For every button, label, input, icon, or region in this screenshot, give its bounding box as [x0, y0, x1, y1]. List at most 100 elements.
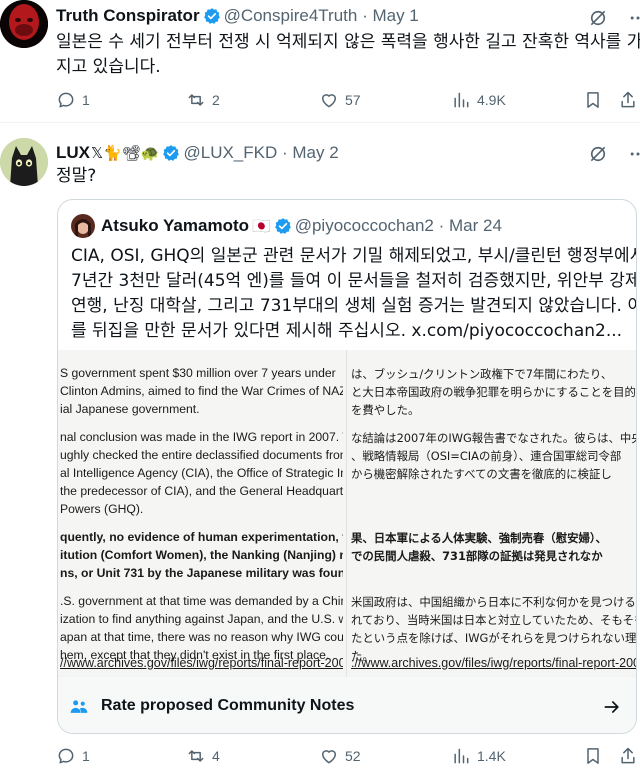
tweet-text: 일본은 수 세기 전부터 전쟁 시 억제되지 않은 폭력을 행사한 길고 잔혹한…: [56, 30, 640, 80]
separator-dot: ·: [277, 143, 293, 162]
quoted-text-line: 를 뒤집을 만한 문서가 있다면 제시해 주십시오. x.com/piyococ…: [71, 321, 623, 341]
document-text-line: al Intelligence Agency (CIA), the Office…: [60, 466, 343, 480]
document-text-line: たという点を除けば、IWGがそれらを見つけられない理由は: [351, 631, 637, 645]
document-japanese-column: た。 たという点を除けば、IWGがそれらを見つけられない理由は れており、当時米国は…: [346, 350, 637, 676]
document-text-line: quently, no evidence of human experiment…: [60, 530, 343, 544]
handle[interactable]: @LUX_FKD: [183, 143, 277, 163]
document-text-line: apan at that time, there was no reason w…: [60, 630, 343, 644]
like-count: 52: [345, 748, 361, 764]
reply-icon: [58, 748, 74, 764]
repost-button[interactable]: 4: [186, 746, 220, 766]
avatar[interactable]: [0, 0, 48, 48]
view-count: 4.9K: [477, 92, 506, 108]
document-text-line: Clinton Admins, aimed to find the War Cr…: [60, 384, 343, 398]
views-button[interactable]: 4.9K: [451, 90, 506, 110]
document-text-line: .S. government at that time was demanded…: [60, 594, 343, 608]
document-text-line: れており、当時米国は日本と対立していたため、そもそも存在: [351, 613, 637, 627]
repost-button[interactable]: 2: [186, 90, 220, 110]
quoted-avatar[interactable]: [71, 214, 95, 238]
quoted-text: CIA, OSI, GHQ의 일본군 관련 문서가 기밀 해제되었고, 부시/클…: [71, 244, 637, 344]
document-url: //www.archives.gov/files/iwg/reports/fin…: [60, 656, 343, 670]
views-button[interactable]: 1.4K: [451, 746, 506, 766]
document-text-line: と大日本帝国政府の戦争犯罪を明らかにすることを目的とし: [351, 385, 637, 399]
reply-button[interactable]: 1: [56, 746, 90, 766]
document-text-line: から機密解除されたすべての文書を徹底的に検証し: [351, 467, 612, 481]
document-text-line: the predecessor of CIA), and the General…: [60, 484, 343, 498]
tweet-text: 정말?: [56, 166, 97, 186]
bookmark-button[interactable]: [583, 746, 603, 766]
quoted-text-line: 연행, 난징 대학살, 그리고 731부대의 생체 실험 증거는 발견되지 않았…: [71, 296, 637, 316]
handle[interactable]: @Conspire4Truth: [224, 6, 358, 26]
quoted-text-line: CIA, OSI, GHQ의 일본군 관련 문서가 기밀 해제되었고, 부시/클…: [71, 246, 637, 266]
share-button[interactable]: [618, 746, 638, 766]
document-text-line: ughly checked the entire declassified do…: [60, 448, 343, 462]
heart-icon: [322, 750, 336, 764]
tweet-text-line: 일본은 수 세기 전부터 전쟁 시 억제되지 않은 폭력을 행사한 길고 잔혹한…: [56, 32, 640, 52]
more-options-icon[interactable]: [628, 8, 640, 28]
avatar[interactable]: [0, 138, 48, 186]
tweet-date[interactable]: May 2: [292, 143, 338, 163]
share-icon: [621, 91, 635, 108]
reply-button[interactable]: 1: [56, 90, 90, 110]
quoted-tweet[interactable]: Atsuko Yamamoto 🇯🇵 @piyococcochan2 · Mar…: [57, 199, 637, 734]
community-notes-icon: [70, 700, 88, 713]
document-text-line: 米国政府は、中国組織から日本に不利な何かを見つけるよう: [351, 595, 637, 609]
bookmark-icon: [587, 92, 599, 108]
document-text-line: は、ブッシュ/クリントン政権下で7年間にわたり、: [351, 367, 613, 381]
heart-icon: [322, 94, 336, 108]
reply-icon: [58, 92, 74, 108]
quoted-display-name[interactable]: Atsuko Yamamoto: [101, 216, 249, 236]
repost-count: 2: [212, 92, 220, 108]
tweet-date[interactable]: May 1: [372, 6, 418, 26]
repost-icon: [188, 94, 204, 106]
document-text-line: ial Japanese government.: [60, 402, 200, 416]
grok-icon[interactable]: [588, 8, 608, 28]
reply-count: 1: [82, 748, 90, 764]
document-text-line: を費やした。: [351, 403, 420, 417]
document-url: ://www.archives.gov/files/iwg/reports/fi…: [351, 656, 637, 670]
grok-icon[interactable]: [588, 144, 608, 164]
like-button[interactable]: 57: [319, 90, 361, 110]
attached-document-image[interactable]: hem, except that they didn't exist in th…: [58, 350, 637, 676]
repost-count: 4: [212, 748, 220, 764]
community-notes-label[interactable]: Rate proposed Community Notes: [101, 697, 354, 715]
document-text-line: 、戦略情報局（OSI=CIAの前身）、連合国軍総司令部: [351, 449, 622, 463]
display-name[interactable]: LUX: [56, 143, 90, 163]
document-text-line: での民間人虐殺、731部隊の証拠は発見されなか: [351, 549, 603, 563]
tweet-1[interactable]: Truth Conspirator @Conspire4Truth · May …: [0, 0, 640, 122]
analytics-icon: [454, 748, 469, 764]
arrow-right-icon[interactable]: [602, 697, 622, 717]
quoted-handle[interactable]: @piyococcochan2: [295, 216, 434, 236]
view-count: 1.4K: [477, 748, 506, 764]
document-text-line: nal conclusion was made in the IWG repor…: [60, 430, 343, 444]
document-text-line: ization to find anything against Japan, …: [60, 612, 343, 626]
flag-emoji: 🇯🇵: [252, 218, 271, 235]
bookmark-button[interactable]: [583, 90, 603, 110]
verified-badge-icon: [203, 8, 220, 24]
document-text-line: itution (Comfort Women), the Nanking (Na…: [60, 548, 343, 562]
display-name[interactable]: Truth Conspirator: [56, 6, 200, 26]
like-button[interactable]: 52: [319, 746, 361, 766]
analytics-icon: [454, 92, 469, 108]
quoted-text-line: 7년간 3천만 달러(45억 엔)를 들여 이 문서들을 철저히 검증했지만, …: [71, 271, 637, 291]
document-text-line: 果、日本軍による人体実験、強制売春（慰安婦）、: [351, 531, 607, 545]
quoted-date[interactable]: Mar 24: [449, 216, 502, 236]
verified-badge-icon: [274, 218, 291, 234]
tweet-text-line: 지고 있습니다.: [56, 57, 161, 77]
reply-count: 1: [82, 92, 90, 108]
like-count: 57: [345, 92, 361, 108]
bookmark-icon: [587, 748, 599, 764]
share-button[interactable]: [618, 90, 638, 110]
separator-dot: ·: [433, 216, 449, 235]
document-text-line: Powers (GHQ).: [60, 502, 144, 516]
document-text-line: S government spent $30 million over 7 ye…: [60, 366, 336, 380]
document-text-line: な結論は2007年のIWG報告書でなされた。彼らは、中央: [351, 431, 637, 445]
separator-dot: ·: [357, 6, 373, 25]
community-notes-bar[interactable]: Rate proposed Community Notes: [58, 676, 636, 733]
document-text-line: ns, or Unit 731 by the Japanese military…: [60, 566, 343, 580]
more-options-icon[interactable]: [628, 144, 640, 164]
share-icon: [621, 747, 635, 764]
verified-badge-icon: [163, 145, 180, 161]
repost-icon: [188, 750, 204, 762]
name-emoji: 𝕏🐈📽🐢: [91, 145, 160, 162]
